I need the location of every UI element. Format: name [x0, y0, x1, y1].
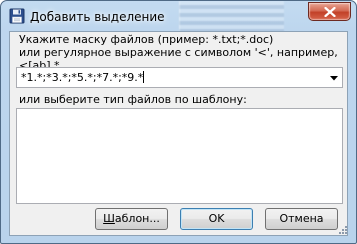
template-list-label: или выберите тип файлов по шаблону:: [19, 93, 247, 106]
dialog-window: Добавить выделение Укажите маску файлов …: [0, 0, 357, 244]
dialog-client-area: Укажите маску файлов (пример: *.txt;*.do…: [9, 31, 348, 236]
combobox-dropdown-button[interactable]: [326, 68, 342, 87]
resize-grip-icon[interactable]: [338, 225, 348, 235]
ok-button-label: OK: [208, 212, 225, 225]
template-button-accelerator: Ш: [103, 212, 115, 225]
floppy-disk-icon: [9, 8, 25, 24]
mask-combobox[interactable]: *1.*;*3.*;*5.*;*7.*;*9.*: [16, 67, 343, 88]
mask-input[interactable]: *1.*;*3.*;*5.*;*7.*;*9.*: [21, 71, 145, 84]
template-button-label: аблон...: [114, 212, 160, 225]
instruction-line-1: Укажите маску файлов (пример: *.txt;*.do…: [19, 33, 274, 46]
template-listbox[interactable]: [16, 108, 343, 204]
ok-button[interactable]: OK: [180, 208, 253, 230]
close-button[interactable]: [308, 2, 351, 21]
window-title: Добавить выделение: [30, 10, 165, 24]
close-icon: [324, 7, 336, 17]
template-button[interactable]: Шаблон...: [95, 208, 168, 230]
text-caret: [143, 71, 145, 83]
mask-input-value: *1.*;*3.*;*5.*;*7.*;*9.*: [21, 71, 144, 84]
cancel-button[interactable]: Отмена: [265, 208, 338, 230]
chevron-down-icon: [330, 76, 338, 81]
cancel-button-label: Отмена: [279, 212, 324, 225]
title-bar[interactable]: Добавить выделение: [1, 1, 356, 31]
